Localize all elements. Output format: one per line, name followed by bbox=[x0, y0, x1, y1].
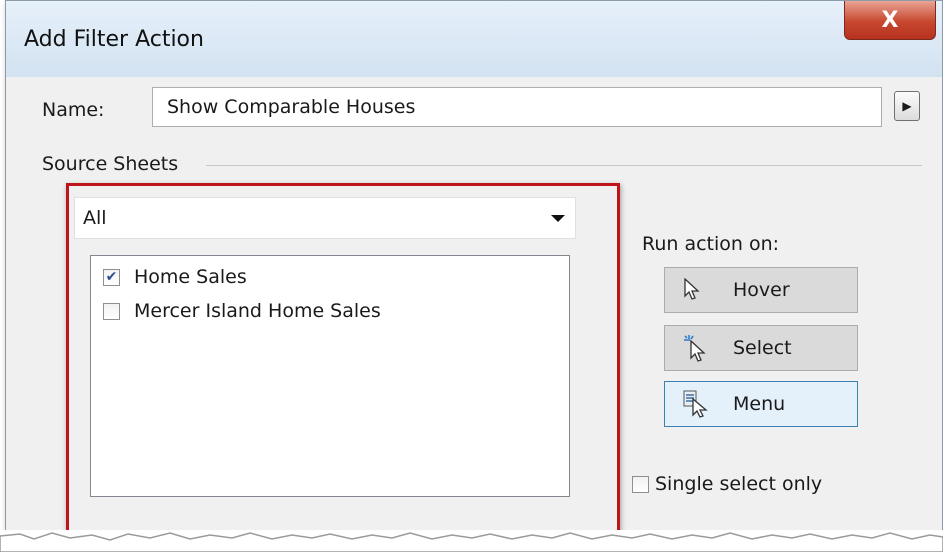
close-button[interactable]: X bbox=[844, 1, 936, 40]
sheet-label: Mercer Island Home Sales bbox=[134, 300, 381, 322]
name-label: Name: bbox=[42, 99, 105, 121]
dialog-body: Name: Show Comparable Houses ▶ Source Sh… bbox=[14, 77, 942, 531]
pointer-icon bbox=[683, 278, 715, 302]
checkbox-unchecked-icon[interactable] bbox=[103, 302, 120, 320]
chevron-down-icon bbox=[551, 215, 565, 222]
single-select-option[interactable]: Single select only bbox=[632, 473, 822, 495]
run-action-label: Run action on: bbox=[642, 233, 780, 255]
hover-button[interactable]: Hover bbox=[664, 267, 858, 313]
name-input[interactable]: Show Comparable Houses bbox=[152, 87, 882, 127]
group-divider bbox=[206, 165, 922, 166]
hover-label: Hover bbox=[733, 279, 790, 301]
list-item[interactable]: ✔ Home Sales bbox=[103, 264, 247, 290]
add-filter-action-dialog: Add Filter Action X Name: Show Comparabl… bbox=[5, 0, 943, 532]
sheet-label: Home Sales bbox=[134, 266, 247, 288]
menu-label: Menu bbox=[733, 393, 786, 415]
name-menu-button[interactable]: ▶ bbox=[894, 91, 920, 121]
menu-button[interactable]: Menu bbox=[664, 381, 858, 427]
arrow-right-icon: ▶ bbox=[902, 99, 912, 113]
source-sheets-dropdown[interactable]: All bbox=[74, 197, 576, 239]
single-select-label: Single select only bbox=[655, 473, 823, 495]
dialog-title: Add Filter Action bbox=[24, 27, 204, 52]
close-icon: X bbox=[881, 7, 899, 33]
select-label: Select bbox=[733, 337, 792, 359]
source-sheets-label: Source Sheets bbox=[42, 153, 179, 175]
list-item[interactable]: Mercer Island Home Sales bbox=[103, 298, 381, 324]
checkbox-checked-icon[interactable]: ✔ bbox=[103, 268, 120, 286]
sheet-list[interactable]: ✔ Home Sales Mercer Island Home Sales bbox=[90, 255, 570, 497]
title-bar[interactable]: Add Filter Action X bbox=[6, 1, 942, 77]
torn-edge bbox=[0, 530, 943, 552]
checkbox-unchecked-icon[interactable] bbox=[632, 475, 649, 493]
menu-pointer-icon bbox=[683, 390, 715, 418]
select-button[interactable]: Select bbox=[664, 325, 858, 371]
dropdown-value: All bbox=[83, 207, 107, 229]
select-pointer-icon bbox=[683, 334, 715, 362]
